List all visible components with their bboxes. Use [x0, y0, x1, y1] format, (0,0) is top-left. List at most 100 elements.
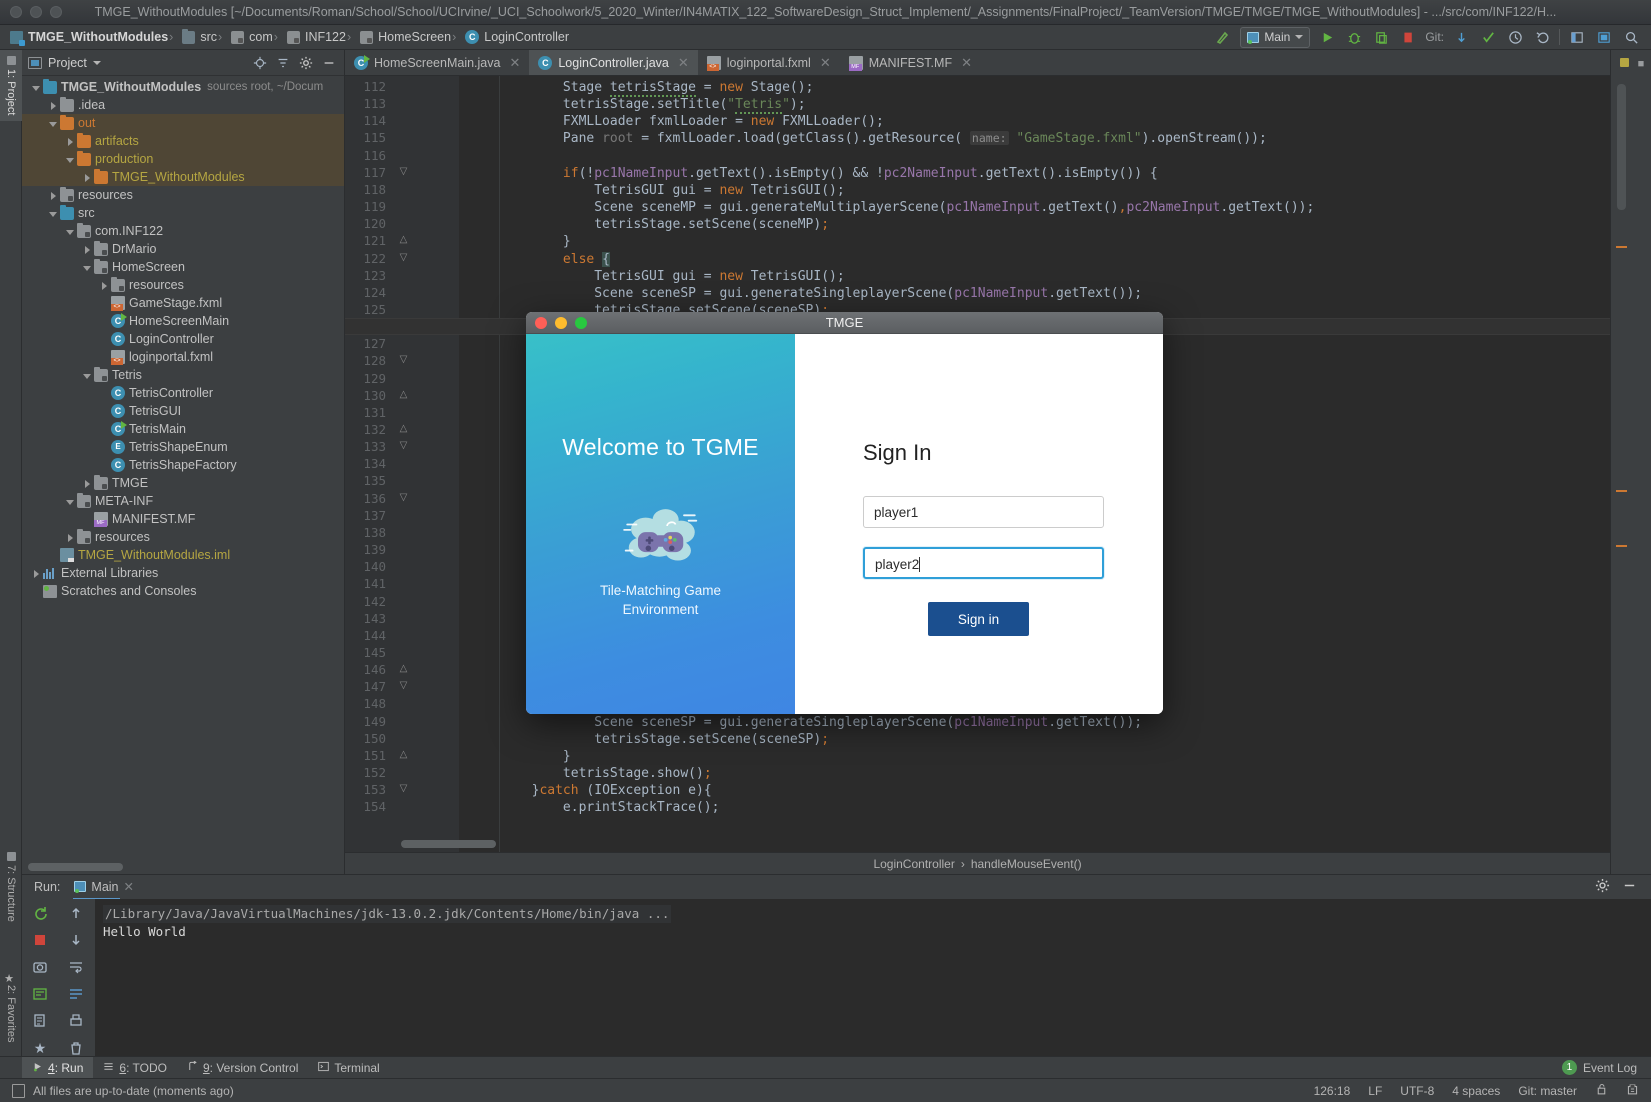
code-fold-toggle[interactable]: △	[398, 389, 409, 400]
export-icon[interactable]	[32, 1013, 48, 1029]
breadcrumb-item-src[interactable]: src	[168, 28, 217, 44]
sidebar-tab-project[interactable]: 1: Project	[0, 50, 22, 122]
close-icon[interactable]: ✕	[678, 55, 689, 71]
history-icon[interactable]	[1505, 27, 1525, 47]
bottom-tab-terminal[interactable]: Terminal	[308, 1057, 389, 1079]
code-fold-toggle[interactable]: ▽	[398, 252, 409, 263]
tree-node[interactable]: .idea	[22, 96, 344, 114]
chevron-right-icon[interactable]	[64, 531, 77, 544]
run-console-output[interactable]: /Library/Java/JavaVirtualMachines/jdk-13…	[95, 899, 1651, 1056]
thread-dump-icon[interactable]	[32, 986, 48, 1002]
undo-icon[interactable]	[1532, 27, 1552, 47]
breadcrumb-item-homescreen[interactable]: HomeScreen	[346, 30, 451, 44]
camera-icon[interactable]	[32, 959, 48, 975]
editor-gutter[interactable]: 112 113 114 115 116 117 ▽ 118 119 120 121 △ 122 ▽ 123 1…	[345, 76, 459, 874]
editor-tab-homescreenmain-java[interactable]: C HomeScreenMain.java ✕	[345, 50, 529, 75]
sidebar-tab-structure[interactable]: 7: Structure	[0, 846, 22, 928]
tree-node[interactable]: MANIFEST.MF	[22, 510, 344, 528]
run-icon[interactable]	[1317, 27, 1337, 47]
line-separator[interactable]: LF	[1368, 1084, 1382, 1098]
tree-node[interactable]: out	[22, 114, 344, 132]
print-icon[interactable]	[68, 1013, 84, 1029]
code-fold-toggle[interactable]: △	[398, 423, 409, 434]
tree-node[interactable]: com.INF122	[22, 222, 344, 240]
hide-panel-icon[interactable]	[322, 56, 336, 70]
build-hammer-icon[interactable]	[1213, 27, 1233, 47]
stop-icon[interactable]	[32, 932, 48, 948]
tree-node[interactable]: C TetrisMain	[22, 420, 344, 438]
down-stack-icon[interactable]	[68, 932, 84, 948]
code-fold-toggle[interactable]: △	[398, 663, 409, 674]
lock-icon[interactable]	[1595, 1082, 1608, 1099]
tree-node[interactable]: TMGE_WithoutModules.iml	[22, 546, 344, 564]
code-fold-toggle[interactable]: ▽	[398, 354, 409, 365]
chevron-down-icon[interactable]	[92, 60, 101, 65]
player2-input[interactable]: player2	[863, 547, 1104, 579]
editor-vertical-scrollbar[interactable]	[1617, 84, 1626, 210]
player1-input[interactable]: player1	[863, 496, 1104, 528]
tree-node[interactable]: E TetrisShapeEnum	[22, 438, 344, 456]
tree-node[interactable]: C TetrisShapeFactory	[22, 456, 344, 474]
tree-node[interactable]: artifacts	[22, 132, 344, 150]
event-log-label[interactable]: Event Log	[1583, 1061, 1637, 1075]
close-icon[interactable]: ✕	[820, 55, 831, 71]
code-fold-toggle[interactable]: △	[398, 234, 409, 245]
wrap-text-icon[interactable]	[68, 959, 84, 975]
preview-icon[interactable]	[1594, 27, 1614, 47]
breadcrumb-item-inf122[interactable]: INF122	[273, 30, 346, 44]
code-fold-toggle[interactable]: △	[398, 749, 409, 760]
project-tree[interactable]: TMGE_WithoutModules sources root, ~/Docum…	[22, 76, 344, 874]
tree-node[interactable]: External Libraries	[22, 564, 344, 582]
scroll-to-end-icon[interactable]	[68, 986, 84, 1002]
tree-node[interactable]: TMGE_WithoutModules sources root, ~/Docum	[22, 78, 344, 96]
tree-node[interactable]: Tetris	[22, 366, 344, 384]
editor-tab-manifest-mf[interactable]: MANIFEST.MF ✕	[840, 50, 981, 75]
debug-icon[interactable]	[1344, 27, 1364, 47]
tree-node[interactable]: Scratches and Consoles	[22, 582, 344, 600]
chevron-right-icon[interactable]	[47, 189, 60, 202]
run-configuration-selector[interactable]: Main	[1240, 26, 1311, 48]
gear-icon[interactable]	[1595, 878, 1610, 896]
chevron-right-icon[interactable]	[81, 171, 94, 184]
search-icon[interactable]	[1621, 27, 1641, 47]
editor-horizontal-scrollbar[interactable]	[401, 840, 496, 848]
git-update-icon[interactable]	[1451, 27, 1471, 47]
project-tree-horizontal-scrollbar[interactable]	[28, 863, 123, 871]
close-icon[interactable]: ✕	[961, 55, 972, 71]
chevron-right-icon[interactable]	[47, 99, 60, 112]
code-fold-toggle[interactable]: ▽	[398, 680, 409, 691]
coverage-icon[interactable]	[1371, 27, 1391, 47]
tree-node[interactable]: resources	[22, 276, 344, 294]
sidebar-tab-favorites[interactable]: ★ 2: Favorites	[0, 966, 22, 1048]
breadcrumb-item-com[interactable]: com	[217, 30, 273, 44]
chevron-right-icon[interactable]	[30, 567, 43, 580]
tree-node[interactable]: C TetrisGUI	[22, 402, 344, 420]
tree-node[interactable]: src	[22, 204, 344, 222]
tree-node[interactable]: C TetrisController	[22, 384, 344, 402]
editor-tab-logincontroller-java[interactable]: C LoginController.java ✕	[529, 50, 698, 75]
close-icon[interactable]: ✕	[124, 879, 134, 894]
git-branch[interactable]: Git: master	[1518, 1084, 1577, 1098]
caret-position[interactable]: 126:18	[1314, 1084, 1351, 1098]
collapse-all-icon[interactable]	[276, 56, 290, 70]
chevron-right-icon[interactable]	[98, 279, 111, 292]
tree-node[interactable]: loginportal.fxml	[22, 348, 344, 366]
inspector-icon[interactable]	[1626, 1082, 1639, 1099]
tree-node[interactable]: C LoginController	[22, 330, 344, 348]
layout-icon[interactable]	[1567, 27, 1587, 47]
breadcrumb-item-logincontroller[interactable]: C LoginController	[451, 30, 569, 44]
star-icon[interactable]: ★	[32, 1040, 48, 1056]
chevron-down-icon[interactable]	[30, 81, 43, 94]
chevron-right-icon[interactable]	[81, 477, 94, 490]
editor-tab-loginportal-fxml[interactable]: loginportal.fxml ✕	[698, 50, 840, 75]
indent-setting[interactable]: 4 spaces	[1452, 1084, 1500, 1098]
gear-icon[interactable]	[299, 56, 313, 70]
tree-node[interactable]: HomeScreen	[22, 258, 344, 276]
ant-build-icon[interactable]: ■	[1634, 58, 1648, 72]
tree-node[interactable]: TMGE	[22, 474, 344, 492]
chevron-down-icon[interactable]	[47, 117, 60, 130]
trash-icon[interactable]	[68, 1040, 84, 1056]
chevron-down-icon[interactable]	[64, 225, 77, 238]
breadcrumb-item-tmge-withoutmodules[interactable]: TMGE_WithoutModules	[10, 30, 168, 46]
chevron-down-icon[interactable]	[64, 153, 77, 166]
